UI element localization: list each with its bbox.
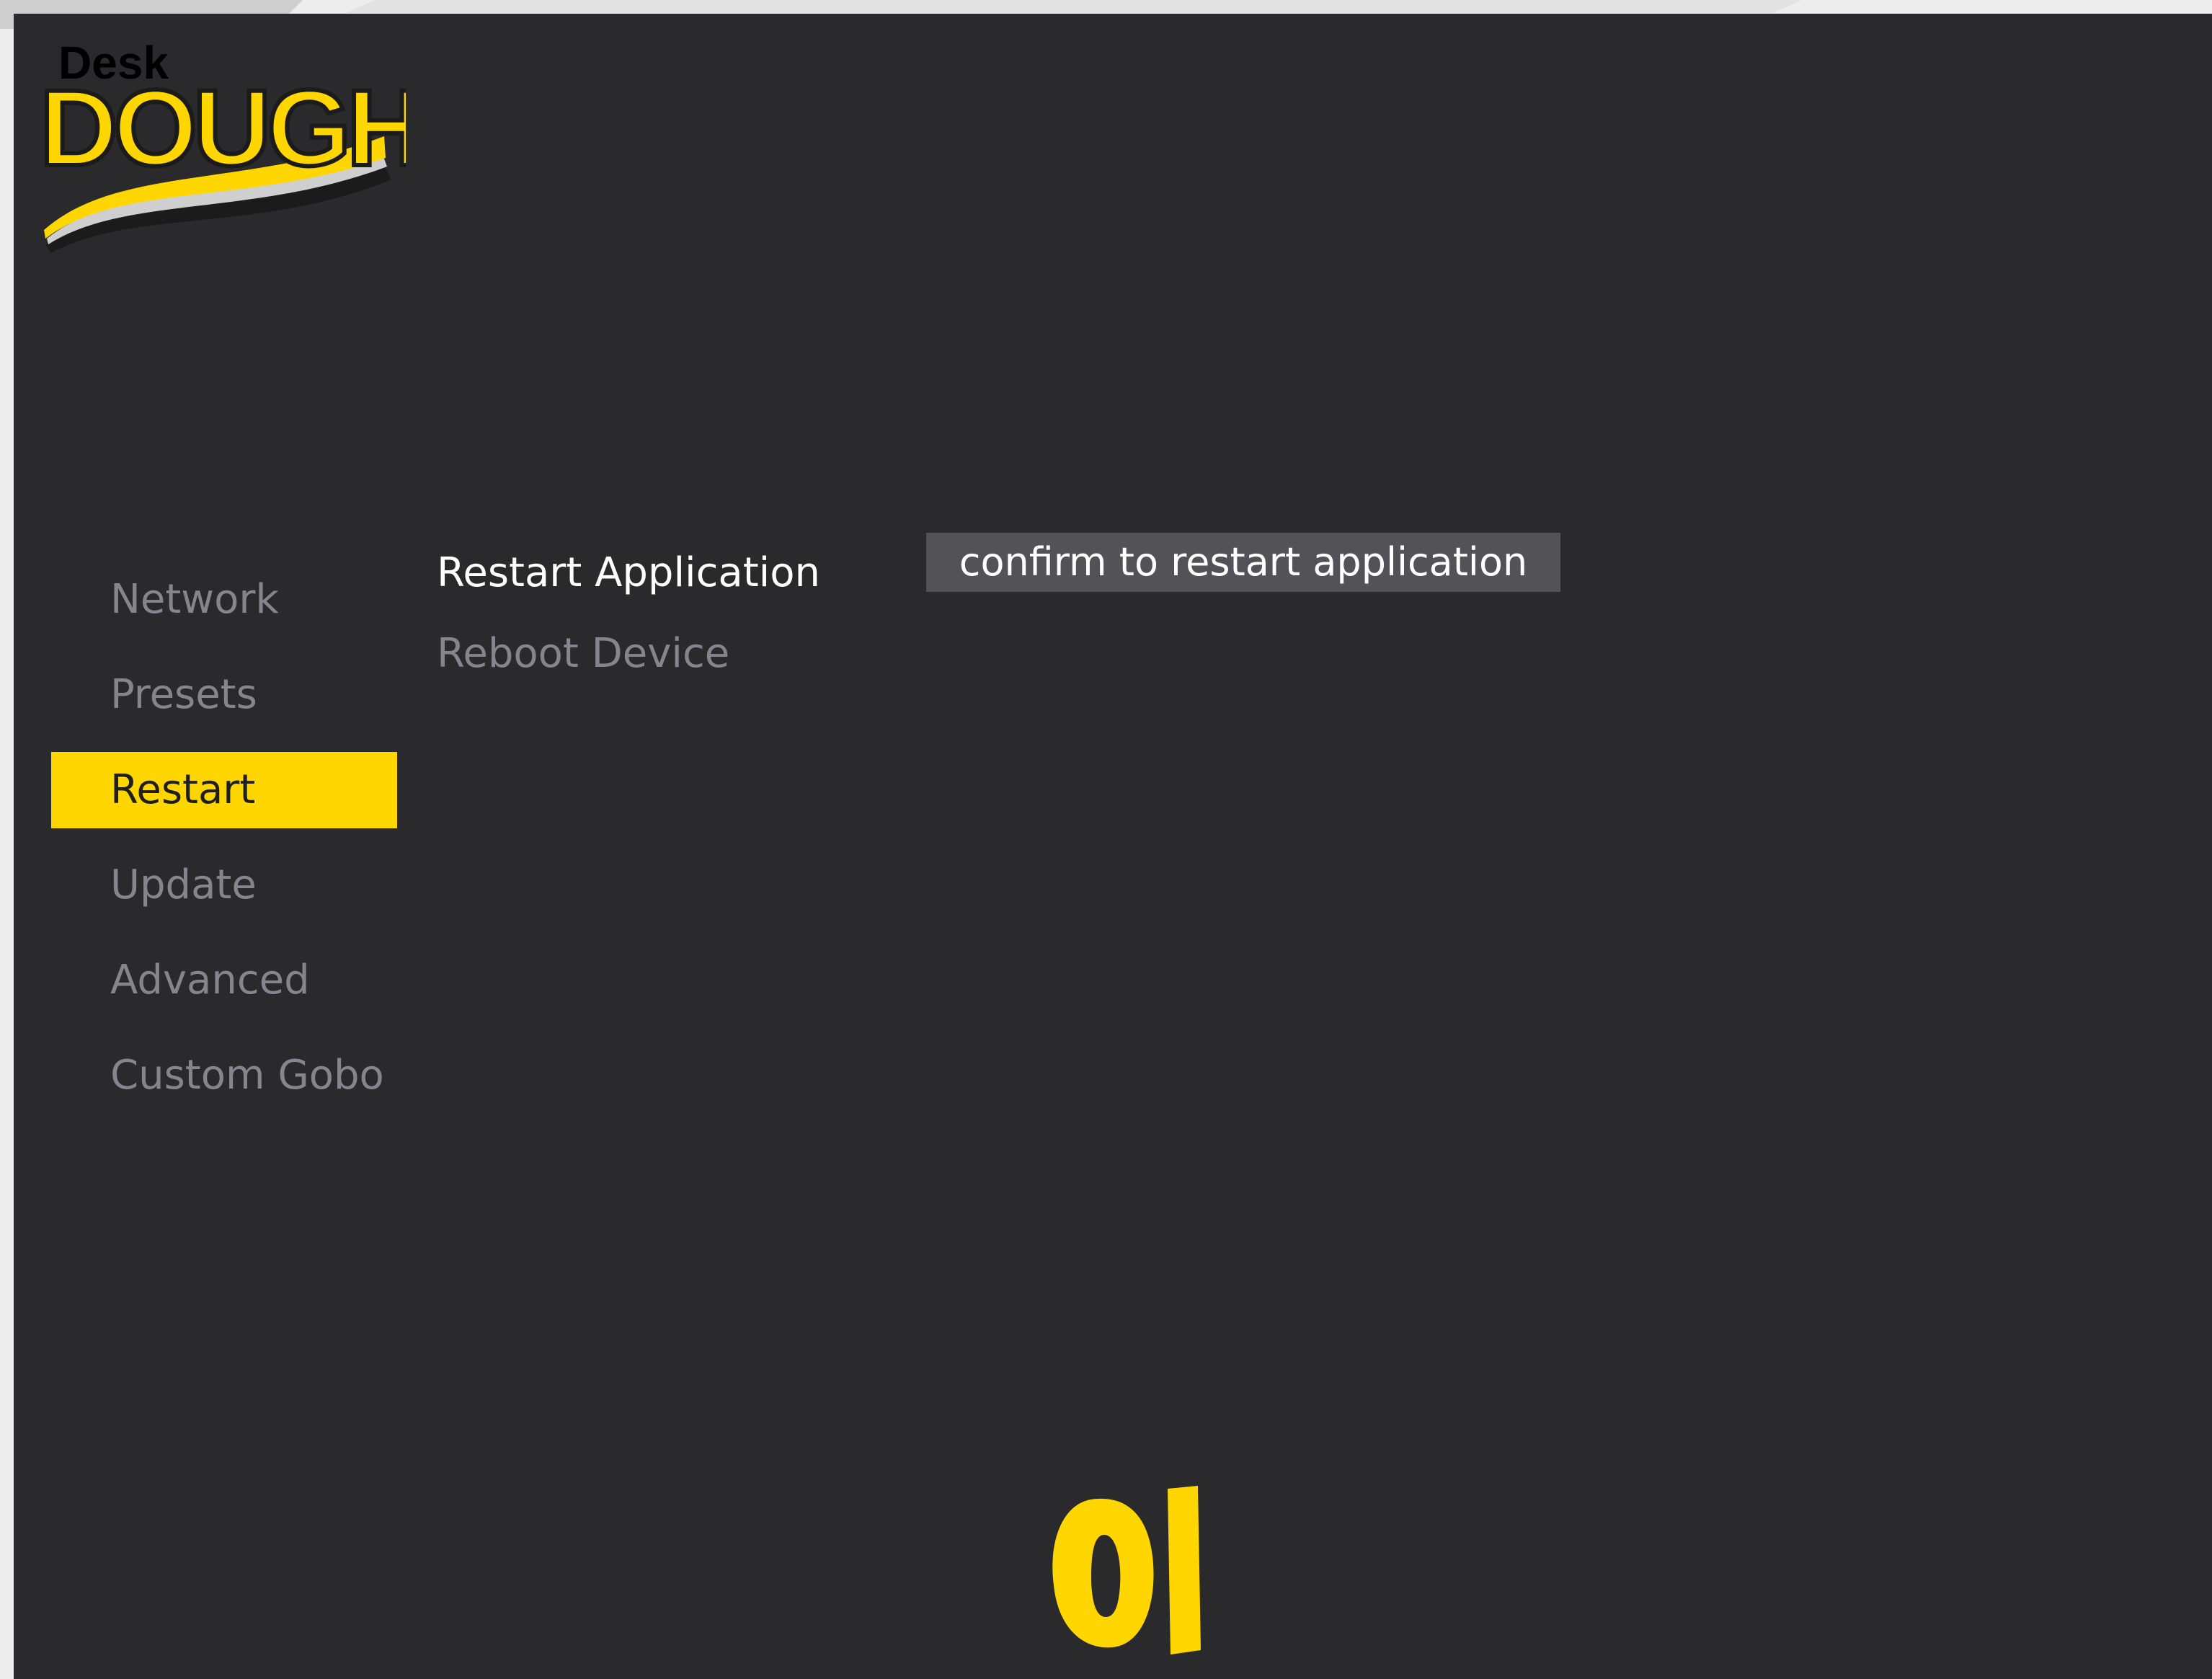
- sidebar-item-network[interactable]: Network: [51, 562, 397, 638]
- sidebar-item-advanced[interactable]: Advanced: [51, 942, 397, 1019]
- sidebar-item-custom-gobo[interactable]: Custom Gobo: [51, 1037, 397, 1114]
- sidebar-item-presets[interactable]: Presets: [51, 657, 397, 733]
- settings-sidebar: Network Presets Restart Update Advanced …: [51, 562, 397, 1133]
- sidebar-item-update[interactable]: Update: [51, 847, 397, 923]
- app-window: Desk DOUGH Network Presets Restart Updat…: [14, 14, 2212, 1679]
- option-reboot-device[interactable]: Reboot Device: [437, 613, 1590, 694]
- svg-text:DOUGH: DOUGH: [40, 67, 406, 188]
- ol-brand-mark-icon: [1052, 1486, 1201, 1654]
- app-logo: Desk DOUGH: [31, 28, 427, 259]
- brand-mark: [1048, 1484, 1207, 1657]
- confirm-restart-button[interactable]: confirm to restart application: [926, 533, 1560, 592]
- sidebar-item-restart[interactable]: Restart: [51, 752, 397, 828]
- desk-dough-logo-icon: Desk DOUGH: [37, 37, 427, 253]
